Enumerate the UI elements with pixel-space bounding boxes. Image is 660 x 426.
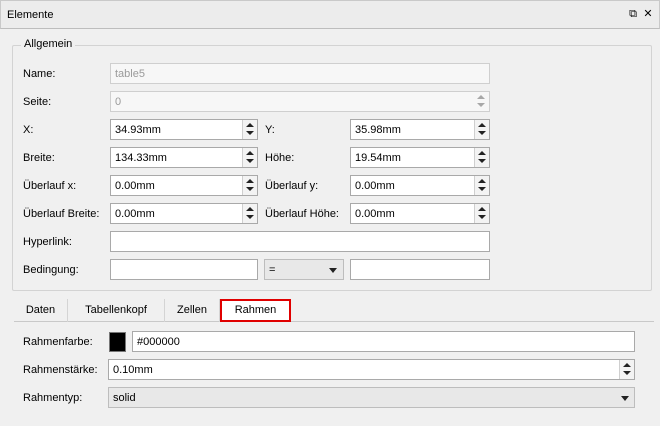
panel-title-bar: Elemente ⧉ ✕ [0,0,660,29]
tab-zellen[interactable]: Zellen [165,299,220,322]
y-stepper[interactable] [474,120,489,139]
height-value: 19.54mm [355,152,401,164]
condition-label: Bedingung: [23,264,79,276]
overflow-x-value: 0.00mm [115,180,155,192]
overflow-y-stepper[interactable] [474,176,489,195]
tab-daten[interactable]: Daten [14,299,68,322]
overflow-width-stepper[interactable] [242,204,257,223]
overflow-y-field[interactable]: 0.00mm [350,175,490,196]
x-label: X: [23,124,34,136]
condition-left-field[interactable] [110,259,258,280]
condition-operator-value: = [269,264,276,276]
border-type-select[interactable]: solid [108,387,635,408]
border-width-value: 0.10mm [113,364,153,376]
border-color-value: #000000 [137,336,180,348]
border-width-label: Rahmenstärke: [23,364,98,376]
height-field[interactable]: 19.54mm [350,147,490,168]
hyperlink-label: Hyperlink: [23,236,72,248]
overflow-y-label: Überlauf y: [265,180,319,192]
x-field[interactable]: 34.93mm [110,119,258,140]
height-label: Höhe: [265,152,295,164]
overflow-x-label: Überlauf x: [23,180,77,192]
chevron-down-icon [621,396,629,401]
y-value: 35.98mm [355,124,401,136]
name-label: Name: [23,68,56,80]
page-value: 0 [115,96,122,108]
y-label: Y: [265,124,275,136]
panel-title: Elemente [7,9,54,21]
overflow-x-stepper[interactable] [242,176,257,195]
border-color-label: Rahmenfarbe: [23,336,93,348]
chevron-down-icon [329,268,337,273]
overflow-x-field[interactable]: 0.00mm [110,175,258,196]
overflow-height-stepper[interactable] [474,204,489,223]
x-value: 34.93mm [115,124,161,136]
x-stepper[interactable] [242,120,257,139]
general-group-legend: Allgemein [21,38,76,50]
name-field: table5 [110,63,490,84]
page-field: 0 [110,91,490,112]
page-label: Seite: [23,96,52,108]
border-type-value: solid [113,392,136,404]
overflow-height-field[interactable]: 0.00mm [350,203,490,224]
y-field[interactable]: 35.98mm [350,119,490,140]
width-stepper[interactable] [242,148,257,167]
overflow-height-value: 0.00mm [355,208,395,220]
height-stepper[interactable] [474,148,489,167]
width-field[interactable]: 134.33mm [110,147,258,168]
overflow-width-field[interactable]: 0.00mm [110,203,258,224]
border-width-field[interactable]: 0.10mm [108,359,635,380]
width-value: 134.33mm [115,152,167,164]
tab-rahmen[interactable]: Rahmen [220,299,291,322]
border-color-field[interactable]: #000000 [132,331,635,352]
condition-right-field[interactable] [350,259,490,280]
overflow-height-label: Überlauf Höhe: [265,208,339,220]
page-stepper [474,92,489,111]
border-width-stepper[interactable] [619,360,634,379]
overflow-width-value: 0.00mm [115,208,155,220]
overflow-y-value: 0.00mm [355,180,395,192]
overflow-width-label: Überlauf Breite: [23,208,100,220]
hyperlink-field[interactable] [110,231,490,252]
width-label: Breite: [23,152,55,164]
tab-tabellenkopf[interactable]: Tabellenkopf [68,299,165,322]
close-icon[interactable]: ✕ [642,8,654,20]
border-type-label: Rahmentyp: [23,392,83,404]
border-color-swatch[interactable] [109,332,126,352]
restore-icon[interactable]: ⧉ [627,8,639,20]
